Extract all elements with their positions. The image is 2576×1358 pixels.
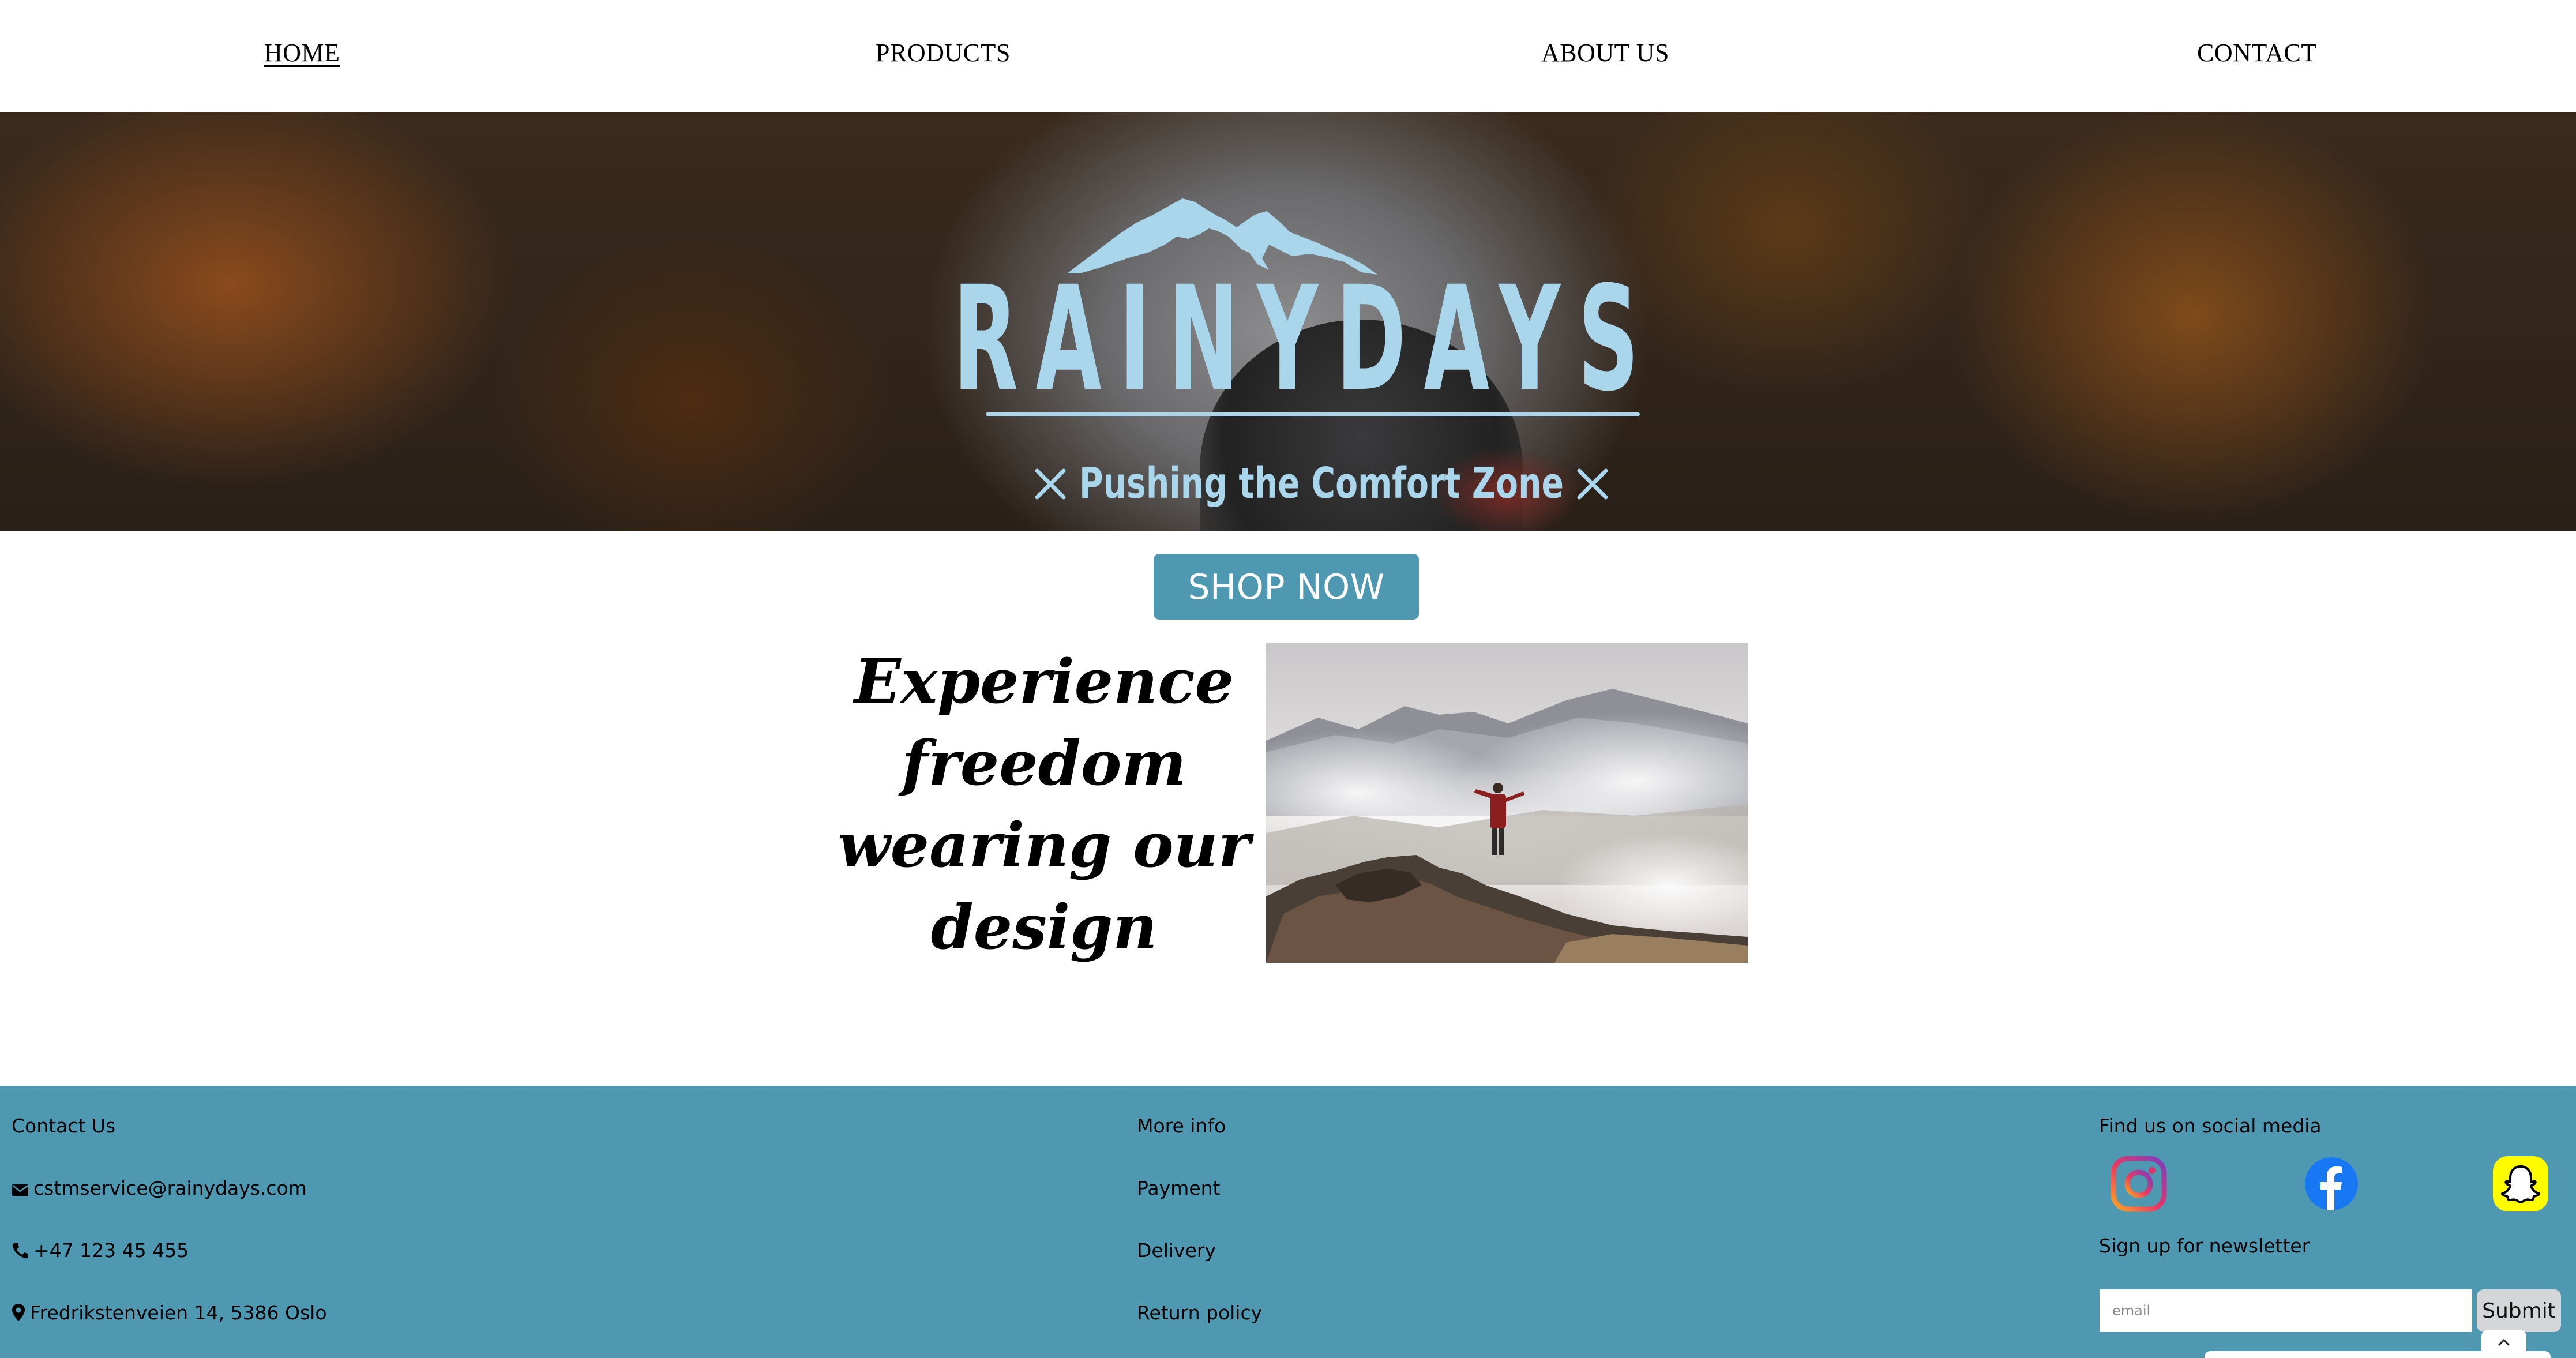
payment-link[interactable]: Payment	[1137, 1177, 1220, 1199]
facebook-icon[interactable]	[2303, 1155, 2360, 1213]
instagram-icon[interactable]	[2110, 1155, 2168, 1213]
hiker-on-summit-image	[1266, 643, 1748, 963]
chevron-up-icon	[2498, 1338, 2510, 1346]
mountain-scene-illustration	[1266, 643, 1748, 963]
headline-line: freedom	[902, 727, 1186, 799]
tagline-cross-right-icon	[1577, 468, 1608, 500]
headline-line: Experience	[854, 645, 1234, 717]
nav-contact-link[interactable]: CONTACT	[2197, 38, 2317, 67]
nav-home-link[interactable]: HOME	[264, 38, 340, 67]
top-navigation: HOME PRODUCTS ABOUT US CONTACT	[0, 0, 2576, 112]
tagline-cross-left-icon	[1035, 468, 1066, 500]
contact-phone[interactable]: +47 123 45 455	[12, 1239, 189, 1262]
hero-banner: RAINYDAYS Pushing the Comfort Zone	[0, 112, 2576, 531]
more-info-heading: More info	[1137, 1115, 1226, 1137]
newsletter-heading: Sign up for newsletter	[2099, 1235, 2310, 1257]
social-heading: Find us on social media	[2099, 1115, 2322, 1137]
delivery-link[interactable]: Delivery	[1137, 1239, 1216, 1262]
return-policy-link[interactable]: Return policy	[1137, 1301, 1262, 1324]
newsletter-email-input[interactable]	[2100, 1289, 2472, 1332]
envelope-icon	[12, 1184, 28, 1196]
site-footer: Contact Us cstmservice@rainydays.com +47…	[0, 1086, 2576, 1358]
newsletter-submit-button[interactable]: Submit	[2477, 1289, 2561, 1332]
map-marker-icon	[12, 1304, 25, 1321]
snapchat-icon[interactable]	[2492, 1155, 2549, 1213]
rainydays-logo: RAINYDAYS Pushing the Comfort Zone	[953, 198, 1657, 508]
feature-headline: Experience freedom wearing our design	[831, 640, 1257, 968]
contact-email-text: cstmservice@rainydays.com	[33, 1177, 307, 1199]
phone-icon	[12, 1243, 28, 1259]
contact-email[interactable]: cstmservice@rainydays.com	[12, 1177, 307, 1199]
contact-address: Fredrikstenveien 14, 5386 Oslo	[12, 1301, 327, 1324]
brand-name: RAINYDAYS	[953, 255, 1657, 423]
nav-products-link[interactable]: PRODUCTS	[876, 38, 1011, 67]
contact-address-text: Fredrikstenveien 14, 5386 Oslo	[30, 1301, 327, 1324]
contact-us-heading: Contact Us	[12, 1115, 116, 1137]
hero-tagline: Pushing the Comfort Zone	[1079, 459, 1564, 508]
headline-line: design	[930, 891, 1158, 963]
nav-about-us-link[interactable]: ABOUT US	[1541, 38, 1669, 67]
contact-phone-text: +47 123 45 455	[33, 1239, 189, 1262]
shop-now-button[interactable]: SHOP NOW	[1154, 554, 1419, 620]
headline-line: wearing our	[838, 809, 1251, 881]
scroll-to-top-button[interactable]	[2481, 1330, 2526, 1358]
